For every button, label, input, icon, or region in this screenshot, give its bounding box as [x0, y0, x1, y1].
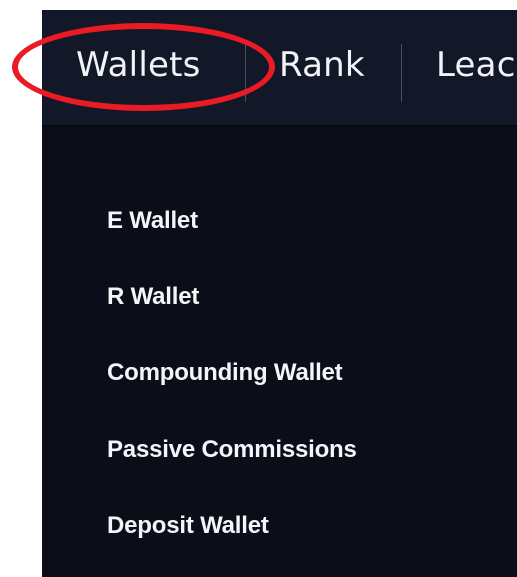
nav-divider [401, 44, 402, 102]
menu-item-compounding-wallet[interactable]: Compounding Wallet [107, 361, 343, 385]
screenshot-frame: Wallets Rank Leac E Wallet R Wallet Comp… [0, 0, 517, 577]
wallets-dropdown-menu: E Wallet R Wallet Compounding Wallet Pas… [42, 125, 517, 577]
nav-item-rank[interactable]: Rank [279, 48, 365, 82]
nav-item-wallets[interactable]: Wallets [76, 48, 201, 82]
nav-item-leaderboard[interactable]: Leac [436, 48, 516, 82]
menu-item-e-wallet[interactable]: E Wallet [107, 209, 198, 233]
app-panel: Wallets Rank Leac E Wallet R Wallet Comp… [42, 10, 517, 577]
nav-divider [245, 44, 246, 102]
menu-item-deposit-wallet[interactable]: Deposit Wallet [107, 514, 269, 538]
top-navbar: Wallets Rank Leac [42, 10, 517, 125]
menu-item-r-wallet[interactable]: R Wallet [107, 285, 199, 309]
menu-item-passive-commissions[interactable]: Passive Commissions [107, 438, 357, 462]
